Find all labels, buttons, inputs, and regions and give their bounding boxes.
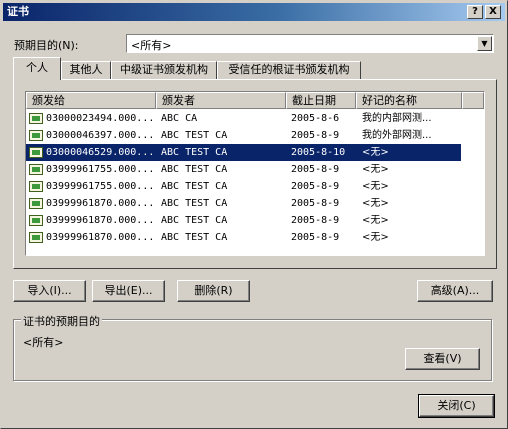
certificate-icon bbox=[29, 198, 43, 209]
advanced-button[interactable]: 高级(A)... bbox=[417, 280, 493, 302]
import-button[interactable]: 导入(I)... bbox=[13, 280, 86, 302]
cell-issued-to: 03999961870.000... bbox=[46, 232, 155, 243]
cell-expiration: 2005-8-6 bbox=[291, 113, 340, 124]
export-button[interactable]: 导出(E)... bbox=[92, 280, 165, 302]
purpose-select[interactable]: <所有> ▼ bbox=[126, 34, 494, 53]
table-row[interactable]: 03999961870.000... ABC TEST CA 2005-8-9 … bbox=[26, 229, 461, 246]
cell-issued-to: 03999961755.000... bbox=[46, 164, 155, 175]
cell-friendly-name: <无> bbox=[362, 215, 389, 226]
certificate-icon bbox=[29, 215, 43, 226]
cell-issuer: ABC TEST CA bbox=[161, 147, 228, 158]
cell-expiration: 2005-8-9 bbox=[291, 232, 340, 243]
column-friendly-name[interactable]: 好记的名称 bbox=[356, 92, 462, 109]
tab-intermediate-ca[interactable]: 中级证书颁发机构 bbox=[111, 61, 217, 79]
cell-friendly-name: <无> bbox=[362, 164, 389, 175]
certificate-icon bbox=[29, 181, 43, 192]
table-row[interactable]: 03999961755.000... ABC TEST CA 2005-8-9 … bbox=[26, 161, 461, 178]
certificate-icon bbox=[29, 130, 43, 141]
cell-issued-to: 03000046397.000... bbox=[46, 130, 155, 141]
cell-issuer: ABC TEST CA bbox=[161, 181, 228, 192]
certificate-icon bbox=[29, 113, 43, 124]
cell-friendly-name: <无> bbox=[362, 147, 389, 158]
close-button[interactable]: 关闭(C) bbox=[418, 394, 495, 418]
certificate-icon bbox=[29, 147, 43, 158]
table-row[interactable]: 03999961870.000... ABC TEST CA 2005-8-9 … bbox=[26, 195, 461, 212]
cell-friendly-name: 我的外部网测... bbox=[362, 130, 432, 141]
title-bar[interactable]: 证书 ? X bbox=[3, 3, 505, 21]
cell-issuer: ABC CA bbox=[161, 113, 198, 124]
certificate-list[interactable]: 颁发给 颁发者 截止日期 好记的名称 03000023494.000... AB… bbox=[25, 91, 485, 256]
remove-button[interactable]: 删除(R) bbox=[177, 280, 250, 302]
cell-issued-to: 03999961870.000... bbox=[46, 215, 155, 226]
cell-issuer: ABC TEST CA bbox=[161, 130, 228, 141]
table-row-selected[interactable]: 03000046529.000... ABC TEST CA 2005-8-10… bbox=[26, 144, 461, 161]
purposes-group-title: 证书的预期目的 bbox=[21, 313, 102, 329]
cell-issued-to: 03000046529.000... bbox=[46, 147, 155, 158]
tab-other-people[interactable]: 其他人 bbox=[61, 61, 111, 79]
window-title: 证书 bbox=[7, 5, 29, 18]
cell-friendly-name: 我的内部网测... bbox=[362, 113, 432, 124]
tab-trusted-root-ca[interactable]: 受信任的根证书颁发机构 bbox=[217, 61, 361, 79]
cell-issued-to: 03000023494.000... bbox=[46, 113, 155, 124]
table-row[interactable]: 03999961755.000... ABC TEST CA 2005-8-9 … bbox=[26, 178, 461, 195]
certificate-icon bbox=[29, 164, 43, 175]
table-row[interactable]: 03000046397.000... ABC TEST CA 2005-8-9 … bbox=[26, 127, 461, 144]
cell-issued-to: 03999961755.000... bbox=[46, 181, 155, 192]
cell-expiration: 2005-8-9 bbox=[291, 181, 340, 192]
cell-issuer: ABC TEST CA bbox=[161, 232, 228, 243]
column-filler bbox=[462, 92, 484, 109]
table-row[interactable]: 03999961870.000... ABC TEST CA 2005-8-9 … bbox=[26, 212, 461, 229]
list-header: 颁发给 颁发者 截止日期 好记的名称 bbox=[26, 92, 484, 109]
cell-friendly-name: <无> bbox=[362, 232, 389, 243]
cell-expiration: 2005-8-9 bbox=[291, 215, 340, 226]
certificate-icon bbox=[29, 232, 43, 243]
help-button[interactable]: ? bbox=[467, 5, 483, 19]
close-title-button[interactable]: X bbox=[485, 5, 501, 19]
cell-issued-to: 03999961870.000... bbox=[46, 198, 155, 209]
view-button[interactable]: 查看(V) bbox=[405, 348, 480, 370]
tab-personal[interactable]: 个人 bbox=[13, 57, 61, 80]
column-issued-to[interactable]: 颁发给 bbox=[26, 92, 156, 109]
certificates-dialog: 证书 ? X 预期目的(N): <所有> ▼ 个人 其他人 中级证书颁发机构 受… bbox=[0, 0, 508, 429]
cell-issuer: ABC TEST CA bbox=[161, 198, 228, 209]
chevron-down-icon[interactable]: ▼ bbox=[477, 36, 492, 51]
cell-expiration: 2005-8-9 bbox=[291, 164, 340, 175]
table-row[interactable]: 03000023494.000... ABC CA 2005-8-6 我的内部网… bbox=[26, 110, 461, 127]
purpose-select-value: <所有> bbox=[131, 39, 172, 52]
purpose-label: 预期目的(N): bbox=[14, 39, 79, 52]
column-issuer[interactable]: 颁发者 bbox=[156, 92, 286, 109]
cell-expiration: 2005-8-9 bbox=[291, 198, 340, 209]
purposes-group-value: <所有> bbox=[23, 336, 64, 349]
column-expiration[interactable]: 截止日期 bbox=[286, 92, 356, 109]
cell-expiration: 2005-8-10 bbox=[291, 147, 346, 158]
cell-friendly-name: <无> bbox=[362, 181, 389, 192]
cell-issuer: ABC TEST CA bbox=[161, 164, 228, 175]
cell-issuer: ABC TEST CA bbox=[161, 215, 228, 226]
cell-friendly-name: <无> bbox=[362, 198, 389, 209]
cell-expiration: 2005-8-9 bbox=[291, 130, 340, 141]
